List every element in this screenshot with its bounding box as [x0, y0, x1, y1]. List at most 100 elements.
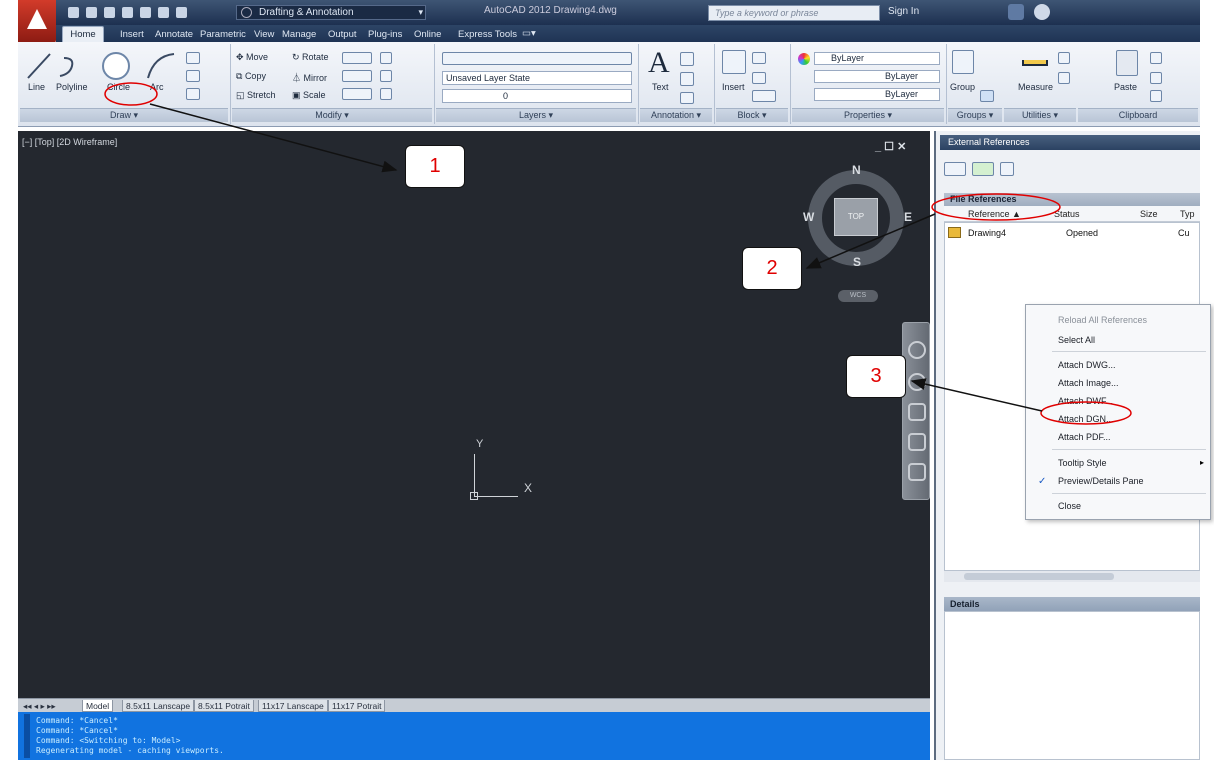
properties-panel-label[interactable]: Properties ▾ [792, 108, 944, 122]
group-button[interactable]: Group [950, 82, 975, 92]
drawing-viewport[interactable] [18, 131, 930, 698]
calculator-icon[interactable] [1058, 72, 1070, 84]
qat-undo-icon[interactable] [158, 7, 169, 18]
measure-icon[interactable] [1022, 60, 1048, 66]
offset-icon[interactable] [380, 88, 392, 100]
exchange-icon[interactable] [1008, 4, 1024, 20]
cut-icon[interactable] [1150, 52, 1162, 64]
scale-button[interactable]: ▣ Scale [292, 90, 326, 101]
menu-item-attach-image[interactable]: Attach Image... [1058, 378, 1119, 388]
layout-tab-1[interactable]: 8.5x11 Lanscape [122, 700, 195, 712]
linetype-dropdown[interactable]: ByLayer [814, 70, 940, 83]
mirror-button[interactable]: ⏃ Mirror [292, 71, 327, 84]
qat-saveas-icon[interactable] [122, 7, 133, 18]
trim-icon[interactable] [342, 52, 372, 64]
arc-button[interactable]: Arc [150, 82, 164, 92]
wcs-menu[interactable]: WCS [838, 290, 878, 302]
refresh-icon[interactable] [972, 162, 994, 176]
viewcube-top-face[interactable]: TOP [834, 198, 878, 236]
sign-in-button[interactable]: Sign In [888, 6, 919, 17]
help-icon[interactable] [1034, 4, 1050, 20]
group-edit-icon[interactable] [980, 90, 994, 102]
menu-item-attach-dwf[interactable]: Attach DWF... [1058, 396, 1113, 406]
command-window[interactable]: Command: *Cancel* Command: *Cancel* Comm… [18, 712, 930, 760]
layout-tab-model[interactable]: Model [82, 700, 114, 712]
measure-button[interactable]: Measure [1018, 82, 1053, 92]
ellipse-icon[interactable] [186, 70, 200, 82]
circle-button[interactable]: Circle [107, 82, 130, 92]
edit-block-icon[interactable] [752, 72, 766, 84]
help-icon[interactable] [1000, 162, 1014, 176]
stretch-button[interactable]: ◱ Stretch [236, 90, 276, 101]
array-icon[interactable] [342, 88, 372, 100]
orbit-icon[interactable] [908, 433, 926, 451]
menu-item-attach-pdf[interactable]: Attach PDF... [1058, 432, 1111, 442]
copy-button[interactable]: ⧉ Copy [236, 71, 266, 82]
attach-dwg-icon[interactable] [944, 162, 966, 176]
viewport-label[interactable]: [−] [Top] [2D Wireframe] [22, 137, 117, 147]
scrollbar-thumb[interactable] [964, 573, 1114, 580]
explode-icon[interactable] [380, 70, 392, 82]
layout-tab-2[interactable]: 8.5x11 Potrait [194, 700, 254, 712]
hatch-icon[interactable] [186, 88, 200, 100]
compass-east[interactable]: E [904, 210, 912, 224]
menu-item-attach-dgn[interactable]: Attach DGN... [1058, 414, 1114, 424]
draw-panel-label[interactable]: Draw ▾ [20, 108, 228, 122]
paste-button[interactable]: Paste [1114, 82, 1137, 92]
column-header-size[interactable]: Size [1140, 209, 1158, 219]
qat-new-icon[interactable] [68, 7, 79, 18]
rectangle-icon[interactable] [186, 52, 200, 64]
text-button[interactable]: Text [652, 82, 669, 92]
match-properties-icon[interactable] [1150, 90, 1162, 102]
modify-panel-label[interactable]: Modify ▾ [232, 108, 432, 122]
quick-select-icon[interactable] [1058, 52, 1070, 64]
column-header-reference[interactable]: Reference ▲ [968, 209, 1021, 219]
color-dropdown[interactable]: ByLayer [814, 52, 940, 65]
layer-dropdown[interactable]: 0 [442, 89, 632, 103]
create-block-icon[interactable] [752, 52, 766, 64]
search-input[interactable]: Type a keyword or phrase [708, 5, 880, 21]
showmotion-icon[interactable] [908, 463, 926, 481]
menu-item-reload-all[interactable]: Reload All References [1058, 315, 1147, 325]
layout-nav-arrows[interactable]: ◂◂ ◂ ▸ ▸▸ [20, 700, 80, 712]
leader-icon[interactable] [680, 72, 694, 86]
horizontal-scrollbar[interactable] [944, 570, 1200, 582]
block-panel-label[interactable]: Block ▾ [716, 108, 788, 122]
table-icon[interactable] [680, 92, 694, 104]
layout-tab-3[interactable]: 11x17 Lanscape [258, 700, 328, 712]
menu-item-tooltip-style[interactable]: Tooltip Style [1058, 458, 1107, 468]
menu-item-select-all[interactable]: Select All [1058, 335, 1095, 345]
tab-annotate[interactable]: Annotate [155, 29, 193, 40]
tab-online[interactable]: Online [414, 29, 441, 40]
insert-block-icon[interactable] [722, 50, 746, 74]
layers-panel-label[interactable]: Layers ▾ [436, 108, 636, 122]
insert-button[interactable]: Insert [722, 82, 745, 92]
paste-icon[interactable] [1116, 50, 1138, 76]
zoom-icon[interactable] [908, 403, 926, 421]
tab-home[interactable]: Home [62, 26, 104, 43]
compass-north[interactable]: N [852, 163, 861, 177]
group-icon[interactable] [952, 50, 974, 74]
annotation-panel-label[interactable]: Annotation ▾ [640, 108, 712, 122]
tab-insert[interactable]: Insert [120, 29, 144, 40]
tab-parametric[interactable]: Parametric [200, 29, 246, 40]
file-references-header[interactable]: File References [944, 193, 1200, 206]
qat-open-icon[interactable] [86, 7, 97, 18]
lineweight-dropdown[interactable]: ByLayer [814, 88, 940, 101]
menu-item-attach-dwg[interactable]: Attach DWG... [1058, 360, 1116, 370]
column-header-status[interactable]: Status [1054, 209, 1080, 219]
menu-item-close[interactable]: Close [1058, 501, 1081, 511]
workspace-switcher[interactable]: Drafting & Annotation ▾ [236, 5, 426, 20]
text-icon[interactable]: A [648, 46, 670, 80]
table-row[interactable]: Drawing4 Opened Cu [944, 226, 1200, 240]
steering-wheel-icon[interactable] [908, 341, 926, 359]
dimension-icon[interactable] [680, 52, 694, 66]
tab-view[interactable]: View [254, 29, 274, 40]
utilities-panel-label[interactable]: Utilities ▾ [1004, 108, 1076, 122]
tab-express-tools[interactable]: Express Tools [458, 29, 517, 40]
tab-output[interactable]: Output [328, 29, 357, 40]
move-button[interactable]: ✥ Move [236, 52, 268, 63]
viewport-controls[interactable]: _ ☐ ✕ [875, 140, 906, 153]
command-window-grip[interactable] [24, 714, 30, 758]
palette-title[interactable]: External References [940, 135, 1200, 150]
